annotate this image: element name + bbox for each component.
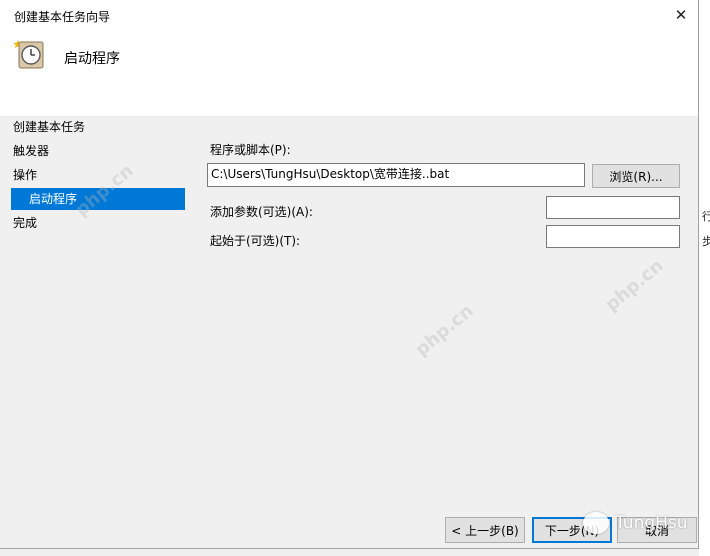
background-text-char: 步: [702, 235, 710, 248]
close-button[interactable]: ✕: [668, 2, 694, 28]
wechat-icon: [583, 512, 609, 534]
close-icon: ✕: [674, 6, 688, 24]
nav-item-action[interactable]: 操作: [13, 164, 37, 186]
args-label: 添加参数(可选)(A):: [210, 205, 313, 219]
task-wizard-dialog: 创建基本任务向导 ✕ 启动程序 创建基本任务 触发器 操作 启动程序 完成 程序…: [0, 0, 699, 549]
browse-button[interactable]: 浏览(R)...: [592, 164, 680, 188]
clock-task-icon: [13, 38, 46, 70]
window-title: 创建基本任务向导: [14, 10, 111, 24]
watermark-badge-text: TungHsu: [615, 513, 688, 533]
program-label: 程序或脚本(P):: [210, 143, 291, 157]
startin-label: 起始于(可选)(T):: [210, 234, 301, 248]
nav-item-create-task[interactable]: 创建基本任务: [13, 116, 85, 138]
background-text-char: 行: [702, 210, 710, 223]
nav-item-start-program[interactable]: 启动程序: [11, 188, 185, 210]
startin-input[interactable]: [546, 225, 680, 248]
back-button[interactable]: < 上一步(B): [445, 517, 525, 543]
page-title: 启动程序: [64, 51, 120, 67]
args-input[interactable]: [546, 196, 680, 219]
wizard-header: 创建基本任务向导 ✕ 启动程序: [0, 0, 698, 116]
background-window-strip: [699, 0, 710, 556]
watermark-badge: TungHsu: [583, 510, 688, 536]
nav-item-finish[interactable]: 完成: [13, 212, 37, 234]
program-input[interactable]: C:\Users\TungHsu\Desktop\宽带连接..bat: [207, 163, 585, 187]
nav-item-trigger[interactable]: 触发器: [13, 140, 49, 162]
